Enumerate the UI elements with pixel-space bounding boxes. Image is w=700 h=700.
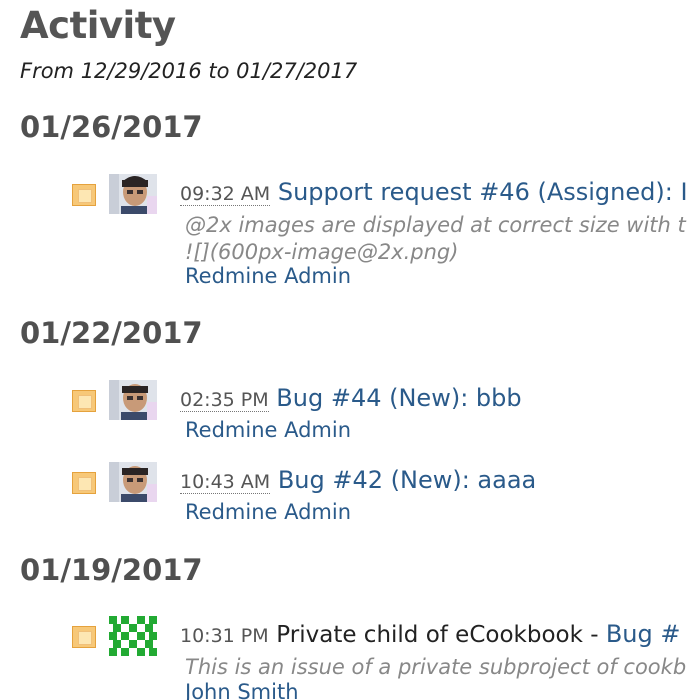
event-title-link[interactable]: Bug #	[606, 620, 681, 648]
event-description-line: @2x images are displayed at correct size…	[185, 213, 686, 237]
issue-icon	[72, 184, 96, 206]
identicon-avatar-icon	[109, 616, 157, 656]
event-line: 09:32 AM Support request #46 (Assigned):…	[180, 178, 688, 206]
event-time[interactable]: 10:43 AM	[180, 471, 271, 494]
photo-avatar-icon	[109, 174, 157, 214]
event-line: 02:35 PM Bug #44 (New): bbb	[180, 384, 522, 412]
event-author-link[interactable]: Redmine Admin	[185, 418, 351, 442]
day-heading: 01/26/2017	[20, 110, 203, 144]
issue-icon	[72, 390, 96, 412]
day-heading: 01/22/2017	[20, 316, 203, 350]
event-line: 10:31 PM Private child of eCookbook - Bu…	[180, 620, 681, 648]
event-title-link[interactable]: Bug #44 (New): bbb	[276, 384, 521, 412]
issue-icon	[72, 626, 96, 648]
event-description-line: ![](600px-image@2x.png)	[185, 240, 459, 264]
avatar	[109, 462, 157, 502]
event-description: @2x images are displayed at correct size…	[185, 212, 686, 266]
avatar	[109, 380, 157, 420]
page-title: Activity	[20, 4, 176, 47]
avatar	[109, 174, 157, 214]
photo-avatar-icon	[109, 462, 157, 502]
event-project: Private child of eCookbook -	[276, 622, 606, 648]
issue-icon	[72, 472, 96, 494]
event-time: 10:31 PM	[180, 625, 269, 647]
date-range: From 12/29/2016 to 01/27/2017	[20, 59, 358, 83]
event-title-link[interactable]: Bug #42 (New): aaaa	[278, 466, 536, 494]
avatar	[109, 616, 157, 656]
day-heading: 01/19/2017	[20, 553, 203, 587]
event-time[interactable]: 02:35 PM	[180, 389, 269, 412]
event-description: This is an issue of a private subproject…	[185, 654, 686, 681]
photo-avatar-icon	[109, 380, 157, 420]
event-author-link[interactable]: Redmine Admin	[185, 264, 351, 288]
event-title-link[interactable]: Support request #46 (Assigned): I	[278, 178, 688, 206]
event-description-line: This is an issue of a private subproject…	[185, 655, 687, 679]
event-time[interactable]: 09:32 AM	[180, 183, 271, 206]
event-author-link[interactable]: John Smith	[185, 680, 299, 700]
event-line: 10:43 AM Bug #42 (New): aaaa	[180, 466, 536, 494]
event-author-link[interactable]: Redmine Admin	[185, 500, 351, 524]
